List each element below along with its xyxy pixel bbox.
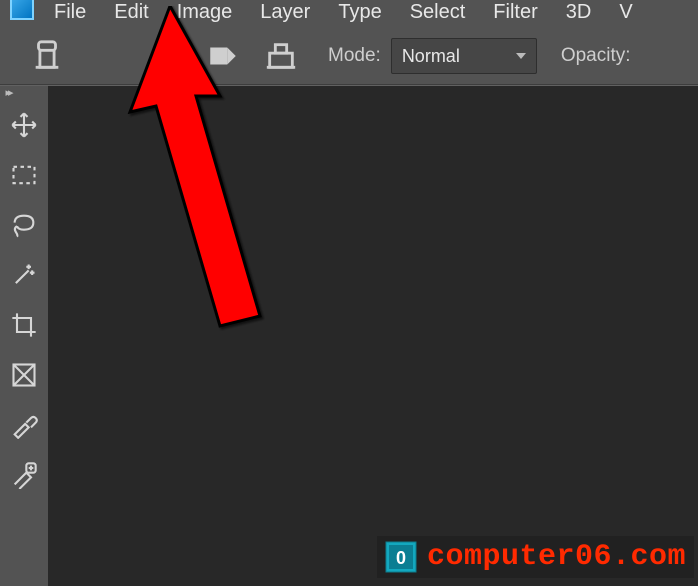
options-separator — [0, 84, 698, 85]
menu-type[interactable]: Type — [338, 1, 381, 24]
menu-image[interactable]: Image — [177, 1, 233, 24]
lasso-tool[interactable] — [2, 203, 46, 247]
crop-tool[interactable] — [2, 303, 46, 347]
tool-palette — [0, 100, 48, 586]
menu-layer[interactable]: Layer — [260, 1, 310, 24]
opacity-label: Opacity: — [561, 45, 631, 67]
double-chevron-icon: ▸▸ — [5, 86, 10, 99]
app-logo-icon — [10, 0, 34, 20]
blend-mode-control: Mode: Normal — [322, 38, 537, 74]
current-tool-icon[interactable] — [30, 39, 64, 73]
sample-toggle-icon[interactable] — [206, 39, 240, 73]
magic-wand-tool[interactable] — [2, 253, 46, 297]
main-menubar: File Edit Image Layer Type Select Filter… — [0, 0, 698, 24]
watermark-text: computer06.com — [427, 540, 686, 574]
rect-marquee-tool[interactable] — [2, 153, 46, 197]
spot-healing-tool[interactable] — [2, 453, 46, 497]
eyedropper-tool[interactable] — [2, 403, 46, 447]
mode-select[interactable]: Normal — [391, 38, 537, 74]
options-bar: Mode: Normal Opacity: — [0, 28, 698, 84]
mode-value: Normal — [402, 46, 460, 67]
brush-preview-icon[interactable] — [148, 39, 182, 73]
watermark-logo-icon: 0 — [385, 541, 417, 573]
menu-select[interactable]: Select — [410, 1, 466, 24]
mode-label: Mode: — [328, 45, 381, 67]
document-canvas[interactable] — [48, 86, 698, 586]
chevron-down-icon — [516, 53, 526, 59]
move-tool[interactable] — [2, 103, 46, 147]
panel-collapse-handle[interactable]: ▸▸ — [0, 86, 16, 98]
menu-edit[interactable]: Edit — [114, 1, 148, 24]
menu-filter[interactable]: Filter — [493, 1, 537, 24]
watermark: 0 computer06.com — [377, 536, 694, 578]
menu-file[interactable]: File — [54, 1, 86, 24]
aligned-toggle-icon[interactable] — [264, 39, 298, 73]
menu-view-cut[interactable]: V — [619, 1, 632, 24]
svg-text:0: 0 — [396, 548, 406, 568]
frame-tool[interactable] — [2, 353, 46, 397]
menu-3d[interactable]: 3D — [566, 1, 592, 24]
